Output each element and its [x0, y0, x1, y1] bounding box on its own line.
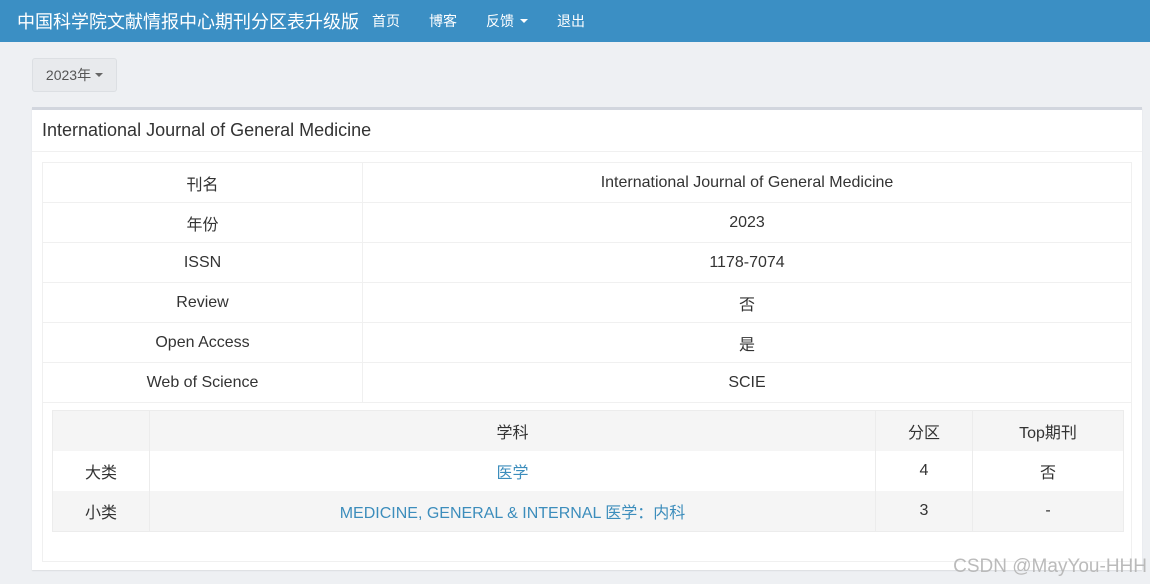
- journal-panel: International Journal of General Medicin…: [32, 107, 1142, 570]
- info-value: 2023: [729, 213, 765, 231]
- year-select-button[interactable]: 2023年: [32, 58, 117, 92]
- header-cell-blank: [53, 411, 150, 451]
- journal-info-table: 刊名 International Journal of General Medi…: [42, 162, 1132, 403]
- subject-table-container: 学科 分区 Top期刊 大类 医学 4 否 小类 MEDICINE, GENER…: [42, 402, 1132, 562]
- top-cell: 否: [1039, 465, 1056, 482]
- nav-blog-label: 博客: [429, 13, 457, 29]
- table-row: 年份 2023: [43, 203, 1131, 243]
- table-row: 小类 MEDICINE, GENERAL & INTERNAL 医学：内科 3 …: [53, 491, 1123, 531]
- site-brand[interactable]: 中国科学院文献情报中心期刊分区表升级版: [0, 8, 372, 34]
- subject-table: 学科 分区 Top期刊 大类 医学 4 否 小类 MEDICINE, GENER…: [52, 410, 1124, 532]
- table-row: Open Access 是: [43, 323, 1131, 363]
- nav-home[interactable]: 首页: [372, 11, 400, 31]
- header-cell-top: Top期刊: [1019, 425, 1077, 442]
- table-row: 刊名 International Journal of General Medi…: [43, 163, 1131, 203]
- nav-feedback-dropdown[interactable]: 反馈: [486, 11, 528, 31]
- zone-cell: 4: [876, 451, 973, 491]
- info-value: SCIE: [728, 373, 766, 391]
- watermark-text: CSDN @MayYou-HHH: [953, 556, 1147, 577]
- table-row: ISSN 1178-7074: [43, 243, 1131, 283]
- category-cell: 大类: [53, 451, 150, 491]
- subject-link[interactable]: 医学: [496, 459, 528, 483]
- top-navbar: 中国科学院文献情报中心期刊分区表升级版 首页 博客 反馈 退出: [0, 0, 1150, 42]
- info-value: International Journal of General Medicin…: [600, 173, 894, 191]
- info-key: ISSN: [43, 243, 363, 282]
- table-row: Review 否: [43, 283, 1131, 323]
- subject-cell: MEDICINE, GENERAL & INTERNAL 医学：内科: [150, 491, 876, 531]
- table-row: Web of Science SCIE: [43, 363, 1131, 403]
- info-key: Review: [43, 283, 363, 322]
- top-cell: -: [1045, 502, 1051, 519]
- nav-feedback-label: 反馈: [486, 13, 514, 29]
- nav-home-label: 首页: [372, 13, 400, 29]
- subject-link[interactable]: MEDICINE, GENERAL & INTERNAL 医学：内科: [340, 499, 686, 523]
- nav-logout-label: 退出: [557, 13, 585, 29]
- info-value: 否: [738, 296, 755, 314]
- table-row: 大类 医学 4 否: [53, 451, 1123, 491]
- table-header-row: 学科 分区 Top期刊: [53, 411, 1123, 451]
- info-value: 是: [738, 336, 755, 354]
- caret-down-icon: [520, 19, 528, 23]
- nav-blog[interactable]: 博客: [429, 11, 457, 31]
- info-key: Web of Science: [43, 363, 363, 402]
- info-key: 刊名: [43, 163, 363, 202]
- info-value: 1178-7074: [709, 253, 785, 271]
- journal-title: International Journal of General Medicin…: [32, 110, 1142, 152]
- info-key: Open Access: [43, 323, 363, 362]
- category-cell: 小类: [53, 491, 150, 531]
- year-select-label: 2023年: [45, 67, 92, 83]
- nav-logout[interactable]: 退出: [557, 11, 585, 31]
- header-cell-subject: 学科: [150, 411, 876, 451]
- zone-cell: 3: [876, 491, 973, 531]
- info-key: 年份: [43, 203, 363, 242]
- subject-cell: 医学: [150, 451, 876, 491]
- caret-down-icon: [95, 73, 104, 77]
- header-cell-zone: 分区: [876, 411, 973, 451]
